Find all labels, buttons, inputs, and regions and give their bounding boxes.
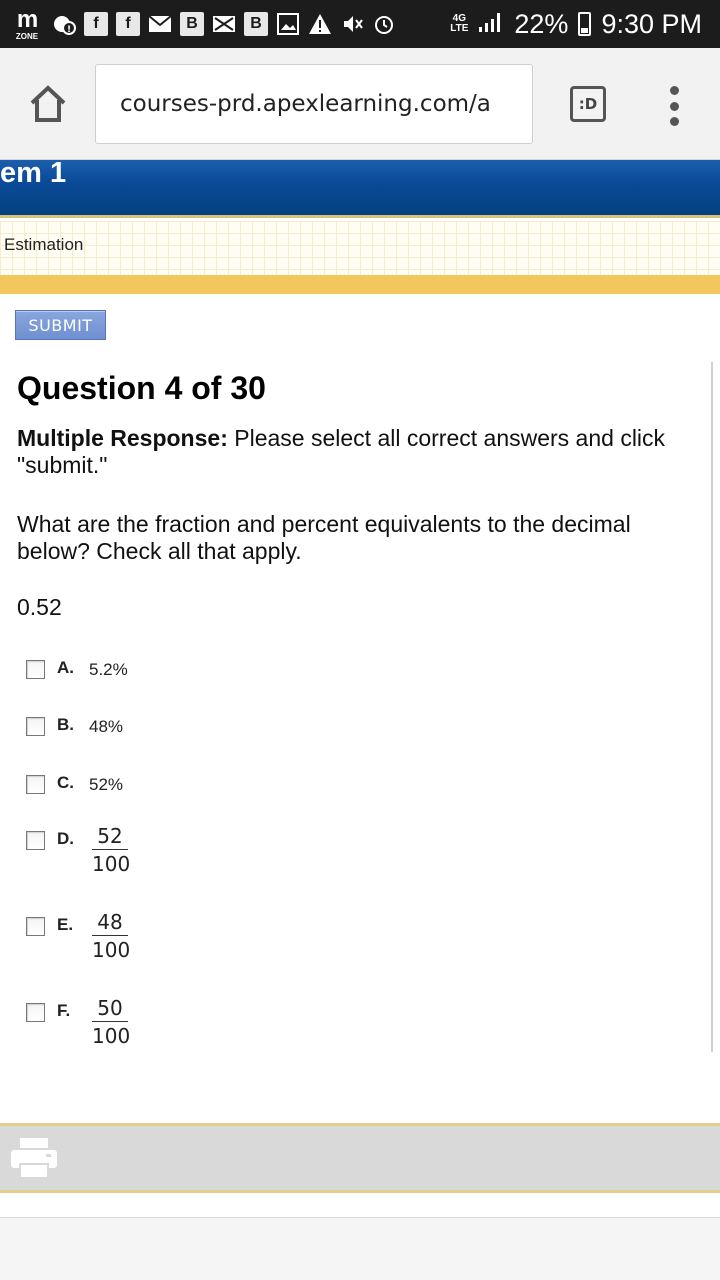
- instruction-label: Multiple Response:: [17, 425, 228, 451]
- fraction-bar: [92, 849, 128, 850]
- fraction: 50 100: [92, 996, 131, 1048]
- option-letter: E.: [57, 915, 74, 934]
- footer-bar: [0, 1123, 720, 1193]
- battery-icon: [578, 12, 592, 36]
- mute-icon: [340, 12, 364, 36]
- question-instruction: Multiple Response: Please select all cor…: [17, 425, 707, 479]
- checkbox[interactable]: [26, 831, 45, 850]
- option-text: 5.2%: [89, 660, 128, 679]
- mail-x-icon: [212, 12, 236, 36]
- facebook-icon: f: [84, 12, 108, 36]
- checkbox[interactable]: [26, 717, 45, 736]
- fraction: 48 100: [92, 910, 131, 962]
- checkbox[interactable]: [26, 660, 45, 679]
- clock-time: 9:30 PM: [601, 8, 702, 39]
- print-icon[interactable]: [10, 1137, 58, 1179]
- option-letter: B.: [57, 715, 74, 734]
- fraction-numerator: 48: [97, 910, 123, 934]
- option-text: 48%: [89, 717, 124, 736]
- fraction-bar: [92, 1021, 128, 1022]
- question-text: What are the fraction and percent equiva…: [17, 511, 631, 564]
- checkbox[interactable]: [26, 1003, 45, 1022]
- fraction-numerator: 52: [97, 824, 123, 848]
- tabs-button[interactable]: :D: [570, 86, 606, 122]
- fraction-denominator: 100: [92, 1024, 131, 1048]
- scroll-divider: [711, 362, 713, 1052]
- bold-b-icon: B: [180, 12, 204, 36]
- signal-icon: [478, 9, 504, 40]
- fraction: 52 100: [92, 824, 131, 876]
- overflow-menu-icon[interactable]: [664, 86, 684, 126]
- battery-percent: 22%: [514, 8, 569, 39]
- url-text: courses-prd.apexlearning.com/a: [120, 91, 491, 117]
- fraction-denominator: 100: [92, 938, 131, 962]
- notification-icon: !: [52, 12, 76, 36]
- lesson-bar: [0, 221, 720, 275]
- option-text: 52%: [89, 775, 124, 794]
- checkbox[interactable]: [26, 775, 45, 794]
- mzone-logo-icon: m ZONE: [15, 5, 39, 41]
- course-header: [0, 160, 720, 218]
- fraction-numerator: 50: [97, 996, 123, 1020]
- question-value: 0.52: [17, 594, 62, 620]
- lesson-title: Estimation: [4, 235, 84, 254]
- url-bar[interactable]: courses-prd.apexlearning.com/a: [95, 64, 533, 144]
- course-title: em 1: [0, 157, 67, 189]
- browser-toolbar: courses-prd.apexlearning.com/a :D: [0, 48, 720, 160]
- warning-icon: [308, 12, 332, 36]
- facebook-icon: f: [116, 12, 140, 36]
- submit-button[interactable]: SUBMIT: [15, 310, 106, 340]
- svg-text:!: !: [67, 25, 71, 35]
- option-letter: D.: [57, 829, 74, 848]
- fraction-bar: [92, 935, 128, 936]
- 4g-lte-icon: 4G LTE: [450, 13, 469, 34]
- image-icon: [276, 12, 300, 36]
- checkbox[interactable]: [26, 917, 45, 936]
- option-letter: F.: [57, 1001, 71, 1020]
- divider-bar: [0, 275, 720, 294]
- mail-icon: [148, 12, 172, 36]
- status-bar: m ZONE ! f f B B 4G LTE 22% 9:30 PM: [0, 0, 720, 48]
- bold-b-icon: B: [244, 12, 268, 36]
- bottom-area: [0, 1217, 720, 1280]
- alarm-icon: [372, 12, 396, 36]
- home-icon[interactable]: [28, 84, 68, 124]
- fraction-denominator: 100: [92, 852, 131, 876]
- option-letter: A.: [57, 658, 74, 677]
- question-heading: Question 4 of 30: [17, 370, 266, 406]
- option-letter: C.: [57, 773, 74, 792]
